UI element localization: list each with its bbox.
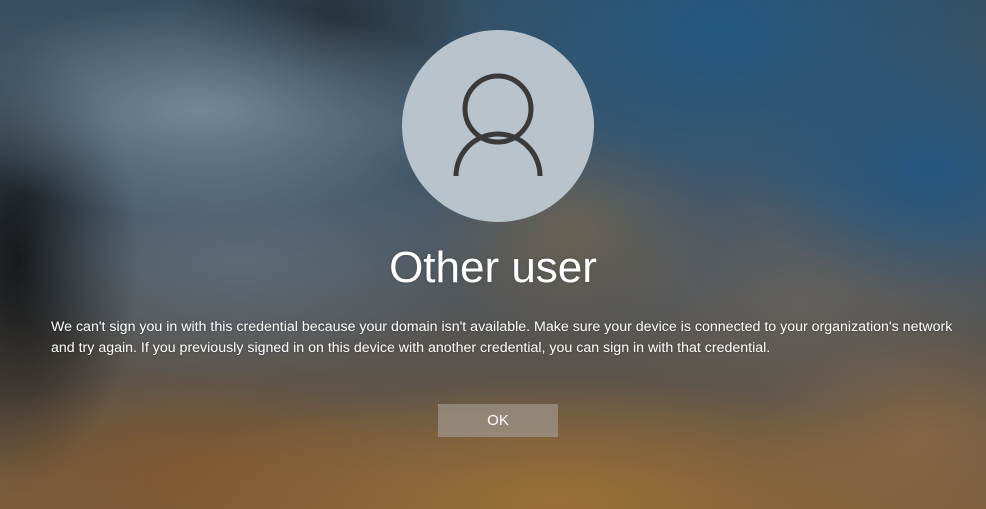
user-name: Other user	[389, 243, 597, 292]
ok-button[interactable]: OK	[438, 404, 558, 437]
avatar	[402, 30, 594, 222]
person-silhouette-icon	[453, 73, 543, 177]
error-message: We can't sign you in with this credentia…	[51, 319, 953, 356]
